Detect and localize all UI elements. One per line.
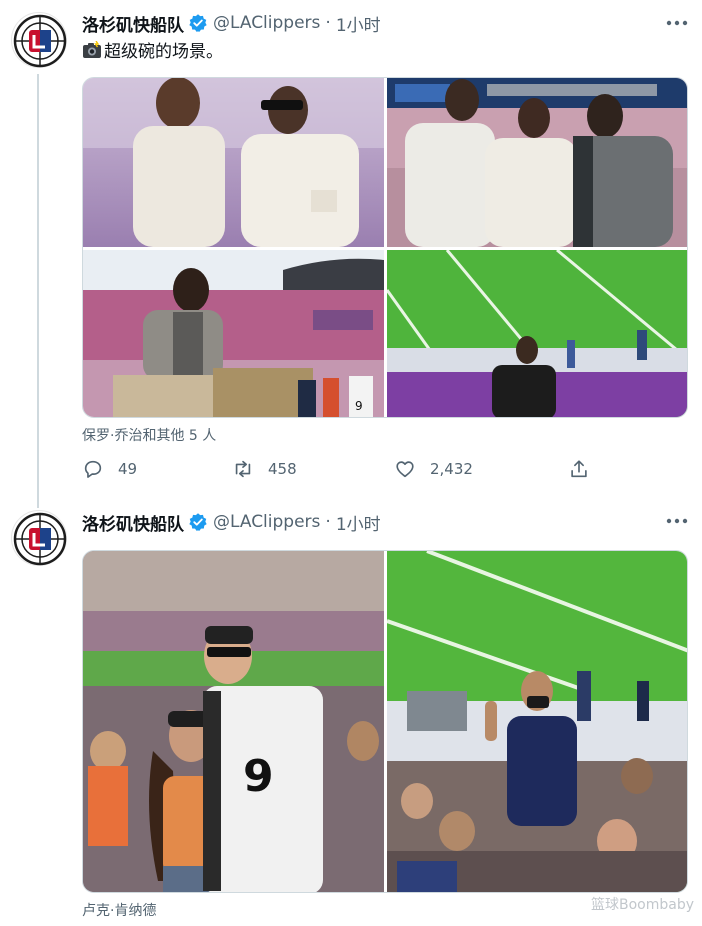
separator-dot: · bbox=[325, 13, 331, 33]
like-count: 2,432 bbox=[430, 460, 473, 478]
photo-image: 9 bbox=[83, 250, 384, 417]
tweet-1[interactable]: 洛杉矶快船队 @LAClippers · 1小时 超级碗的场景。 9 保罗·乔治… bbox=[0, 0, 702, 508]
more-options-icon[interactable] bbox=[666, 18, 688, 28]
reply-icon bbox=[84, 460, 102, 478]
photo-grid: 9 bbox=[82, 550, 688, 893]
heart-icon bbox=[396, 461, 414, 478]
camera-flash-icon bbox=[83, 40, 101, 58]
retweet-icon bbox=[235, 460, 251, 478]
timestamp[interactable]: 1小时 bbox=[336, 11, 381, 36]
verified-badge-icon bbox=[189, 513, 207, 531]
svg-text:9: 9 bbox=[355, 399, 363, 413]
tweet-header: 洛杉矶快船队 @LAClippers · 1小时 bbox=[82, 509, 381, 535]
tagged-people[interactable]: 卢克·肯纳德 bbox=[82, 900, 156, 920]
tweet-text-content: 超级碗的场景。 bbox=[104, 42, 223, 62]
handle[interactable]: @LAClippers bbox=[213, 512, 320, 532]
photo-2[interactable] bbox=[387, 78, 687, 247]
retweet-button[interactable]: 458 bbox=[232, 458, 297, 480]
share-button[interactable] bbox=[568, 458, 604, 480]
thread-connector-line bbox=[37, 74, 39, 508]
share-icon bbox=[571, 460, 587, 478]
display-name[interactable]: 洛杉矶快船队 bbox=[82, 11, 184, 36]
avatar[interactable] bbox=[11, 12, 67, 68]
photo-image bbox=[387, 551, 687, 892]
photo-1[interactable] bbox=[83, 78, 384, 247]
tagged-people[interactable]: 保罗·乔治和其他 5 人 bbox=[82, 425, 216, 445]
clippers-logo-icon bbox=[13, 14, 67, 68]
clippers-logo-icon bbox=[13, 512, 67, 566]
verified-badge-icon bbox=[189, 14, 207, 32]
handle[interactable]: @LAClippers bbox=[213, 13, 320, 33]
timestamp[interactable]: 1小时 bbox=[336, 510, 381, 535]
separator-dot: · bbox=[325, 512, 331, 532]
reply-count: 49 bbox=[118, 460, 138, 478]
action-bar: 49 458 2,432 bbox=[82, 458, 602, 484]
like-button[interactable]: 2,432 bbox=[394, 458, 473, 480]
photo-4[interactable] bbox=[387, 250, 687, 417]
display-name[interactable]: 洛杉矶快船队 bbox=[82, 510, 184, 535]
tweet-header: 洛杉矶快船队 @LAClippers · 1小时 bbox=[82, 10, 381, 36]
photo-3[interactable]: 9 bbox=[83, 250, 384, 417]
photo-2[interactable] bbox=[387, 551, 687, 892]
tweet-2[interactable]: 洛杉矶快船队 @LAClippers · 1小时 9 卢克·肯纳德 bbox=[0, 500, 702, 926]
more-options-icon[interactable] bbox=[666, 516, 688, 526]
svg-text:9: 9 bbox=[243, 751, 274, 802]
retweet-count: 458 bbox=[268, 460, 297, 478]
photo-image bbox=[387, 250, 687, 417]
avatar[interactable] bbox=[11, 510, 67, 566]
photo-grid: 9 bbox=[82, 77, 688, 418]
tweet-text: 超级碗的场景。 bbox=[82, 37, 223, 62]
photo-1[interactable]: 9 bbox=[83, 551, 384, 892]
photo-image bbox=[387, 78, 687, 247]
photo-image bbox=[83, 78, 384, 247]
reply-button[interactable]: 49 bbox=[82, 458, 137, 480]
watermark: 篮球Boombaby bbox=[590, 897, 694, 913]
photo-image: 9 bbox=[83, 551, 384, 892]
